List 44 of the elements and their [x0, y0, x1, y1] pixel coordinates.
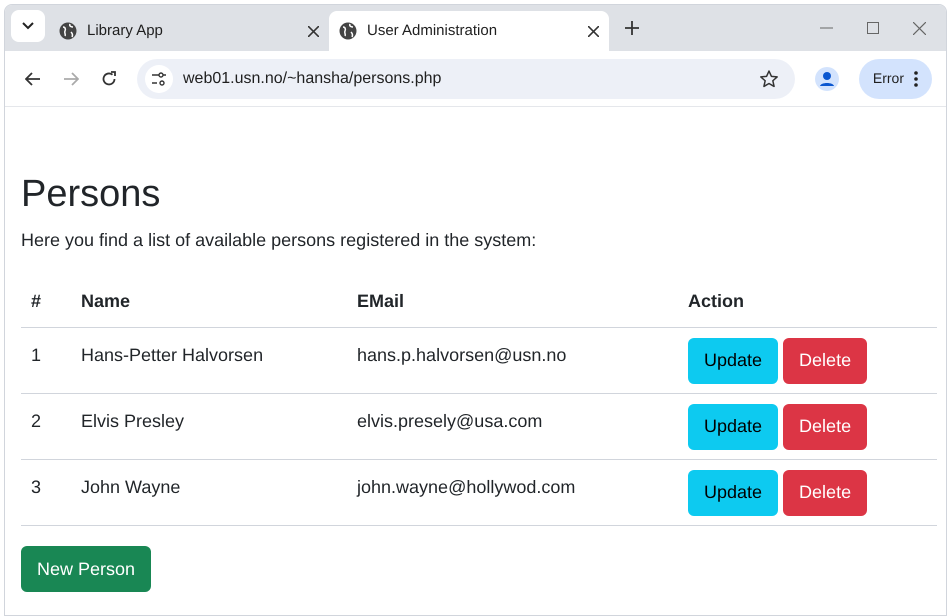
- new-person-button[interactable]: New Person: [21, 546, 152, 592]
- table-cell: John Wayne: [81, 477, 180, 497]
- column-header: Name: [81, 290, 130, 311]
- plus-icon: [625, 21, 639, 35]
- column-header: EMail: [357, 290, 404, 311]
- star-icon[interactable]: [758, 68, 779, 88]
- browser-tab[interactable]: Library App: [49, 11, 329, 51]
- update-button[interactable]: Update: [688, 338, 778, 384]
- delete-button[interactable]: Delete: [783, 470, 868, 516]
- more-options-icon[interactable]: [914, 70, 918, 86]
- close-icon[interactable]: [588, 26, 599, 36]
- tab-title: Library App: [87, 20, 164, 41]
- update-button[interactable]: Update: [688, 404, 778, 450]
- globe-icon: [339, 22, 357, 40]
- update-button[interactable]: Update: [688, 470, 778, 516]
- delete-button[interactable]: Delete: [783, 404, 868, 450]
- page-heading: Persons: [21, 172, 162, 217]
- delete-button[interactable]: Delete: [783, 338, 868, 384]
- table-cell: elvis.presely@usa.com: [357, 411, 542, 431]
- maximize-icon[interactable]: [867, 22, 879, 34]
- back-arrow-icon[interactable]: [25, 72, 41, 86]
- table-cell: 3: [31, 477, 42, 497]
- column-header: Action: [688, 290, 744, 311]
- globe-icon: [59, 22, 77, 40]
- table-cell: 2: [31, 411, 42, 431]
- column-header: #: [31, 290, 42, 311]
- profile-error-button[interactable]: Error: [858, 58, 932, 98]
- intro-text: Here you find a list of available persons registered in the system:: [21, 228, 538, 252]
- url-text: web01.usn.no/~hansha/persons.php: [183, 68, 442, 88]
- table-cell: john.wayne@hollywod.com: [357, 477, 576, 497]
- profile-avatar-icon[interactable]: [814, 66, 839, 90]
- address-bar[interactable]: web01.usn.no/~hansha/persons.php: [137, 58, 795, 98]
- table-cell: hans.p.halvorsen@usn.no: [357, 345, 566, 365]
- site-settings-icon[interactable]: [151, 72, 167, 86]
- close-icon[interactable]: [308, 26, 319, 36]
- reload-icon[interactable]: [101, 70, 117, 86]
- tab-title: User Administration: [367, 20, 498, 41]
- browser-tab[interactable]: User Administration: [329, 11, 609, 51]
- table-cell: 1: [31, 345, 42, 365]
- chevron-down-icon: [22, 22, 34, 30]
- table-cell: Elvis Presley: [81, 411, 184, 431]
- table-cell: Hans-Petter Halvorsen: [81, 345, 264, 365]
- minimize-icon[interactable]: [820, 27, 833, 29]
- tab-search-button[interactable]: [11, 10, 45, 42]
